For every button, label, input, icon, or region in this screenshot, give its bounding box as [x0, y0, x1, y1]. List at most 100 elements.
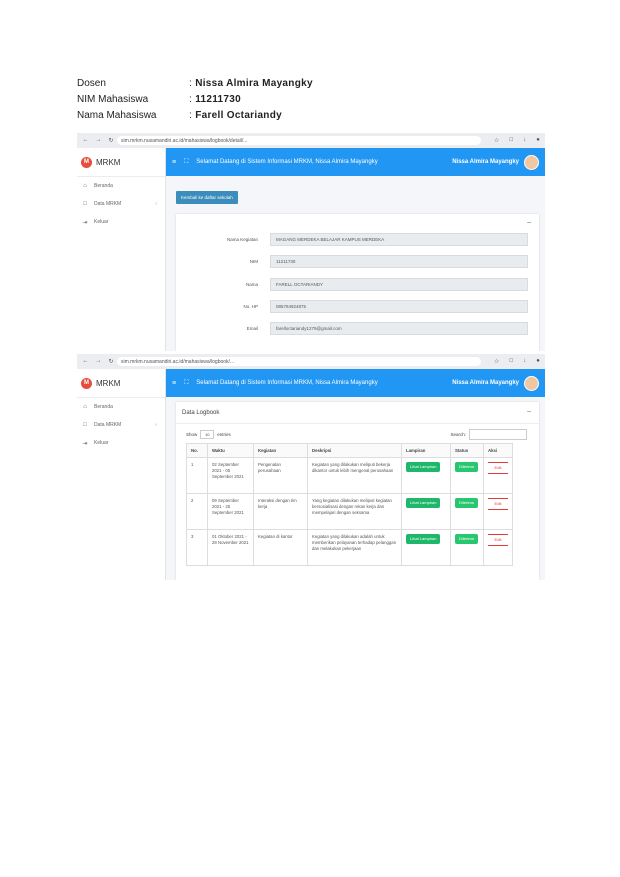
field-hp[interactable]: 085784924875	[270, 299, 528, 313]
star-icon[interactable]: ☆	[494, 137, 499, 144]
sidebar-item-keluar[interactable]: ⇥ Keluar	[77, 434, 165, 452]
screenshot-logbook: ← → ↻ sim.mrkm.nusamandiri.ac.id/mahasis…	[77, 354, 545, 580]
field-label: Nama Kegiatan	[226, 236, 258, 242]
form-row-hp: No. HP 085784924875	[176, 299, 539, 313]
avatar[interactable]	[524, 375, 539, 391]
reload-icon[interactable]: ↻	[108, 137, 113, 144]
sidebar-item-beranda[interactable]: ⌂ Beranda	[77, 398, 165, 416]
header-row-nim: NIM Mahasiswa : 11211730	[77, 92, 313, 108]
sidebar-item-label: Data MRKM	[94, 422, 122, 428]
forward-arrow-icon[interactable]: →	[95, 137, 101, 144]
forward-arrow-icon[interactable]: →	[95, 358, 101, 365]
header-key: Nama Mahasiswa	[77, 110, 157, 121]
sidebar-item-data-mrkm[interactable]: □ Data MRKM ‹	[77, 195, 165, 213]
profile-icon[interactable]: ●	[536, 137, 540, 144]
browser-extensions: ☆ □ ↓ ●	[489, 358, 545, 365]
table-row: 1 02 September 2021 - 05 September 2021 …	[186, 457, 513, 494]
status-badge: Diterima	[455, 462, 478, 472]
field-label: Nama	[245, 281, 258, 287]
field-nim[interactable]: 11211730	[270, 254, 528, 268]
table-header-row: No. Waktu Kegiatan Deskripsi Lampiran St…	[186, 443, 513, 458]
cell-waktu: 02 September 2021 - 05 September 2021	[207, 457, 254, 494]
form-row-kegiatan: Nama Kegiatan MAGANG MERDEKA BELAJAR KAM…	[176, 232, 539, 246]
back-arrow-icon[interactable]: ←	[82, 137, 88, 144]
attachment-button[interactable]: Lihat Lampiran	[406, 498, 441, 508]
reload-icon[interactable]: ↻	[108, 358, 113, 365]
window-icon[interactable]: □	[510, 358, 514, 365]
profile-icon[interactable]: ●	[536, 358, 540, 365]
table-search: Search:	[450, 429, 527, 440]
topbar-user[interactable]: Nissa Almira Mayangky	[452, 380, 519, 386]
field-kegiatan[interactable]: MAGANG MERDEKA BELAJAR KAMPUS MERDEKA	[270, 232, 528, 246]
download-icon[interactable]: ↓	[523, 137, 526, 144]
screenshot-detail: ← → ↻ sim.mrkm.nusamandiri.ac.id/mahasis…	[77, 133, 545, 351]
field-email[interactable]: farelloctariandy1279@gmail.com	[270, 321, 528, 335]
field-nama[interactable]: FARELL OCTARIANDY	[270, 277, 528, 291]
folder-icon: □	[83, 422, 87, 428]
home-icon: ⌂	[83, 404, 87, 410]
main-content: ≡ ⛶ Selamat Datang di Sistem Informasi M…	[166, 369, 545, 580]
edit-button[interactable]: Edit	[488, 462, 508, 474]
topbar: ≡ ⛶ Selamat Datang di Sistem Informasi M…	[166, 369, 545, 397]
browser-toolbar: ← → ↻ sim.mrkm.nusamandiri.ac.id/mahasis…	[77, 354, 545, 369]
search-label: Search:	[450, 432, 466, 437]
show-label: Show	[186, 432, 198, 437]
col-kegiatan[interactable]: Kegiatan	[253, 443, 308, 458]
search-input[interactable]	[469, 429, 527, 440]
star-icon[interactable]: ☆	[494, 358, 499, 365]
cell-deskripsi: Kegiatan yang dilakukan adalah untuk mem…	[307, 529, 402, 566]
entries-label: entries	[217, 432, 231, 437]
cell-deskripsi: Kegiatan yang dilakukan meliputi bekerja…	[307, 457, 402, 494]
hamburger-icon[interactable]: ≡	[172, 380, 176, 387]
entries-select[interactable]: 10	[200, 430, 215, 439]
header-row-dosen: Dosen : Nissa Almira Mayangky	[77, 76, 313, 92]
sidebar-item-beranda[interactable]: ⌂ Beranda	[77, 177, 165, 195]
sidebar-item-data-mrkm[interactable]: □ Data MRKM ‹	[77, 416, 165, 434]
browser-extensions: ☆ □ ↓ ●	[489, 137, 545, 144]
col-deskripsi[interactable]: Deskripsi	[307, 443, 402, 458]
col-waktu[interactable]: Waktu	[207, 443, 254, 458]
cell-aksi: Edit	[483, 493, 513, 530]
col-lampiran[interactable]: Lampiran	[401, 443, 451, 458]
avatar[interactable]	[524, 154, 539, 170]
sidebar: M MRKM ⌂ Beranda □ Data MRKM ‹ ⇥ Keluar	[77, 148, 166, 351]
edit-button[interactable]: Edit	[488, 498, 508, 510]
cell-status: Diterima	[450, 529, 484, 566]
attachment-button[interactable]: Lihat Lampiran	[406, 534, 441, 544]
sidebar: M MRKM ⌂ Beranda □ Data MRKM ‹ ⇥ Keluar	[77, 369, 166, 580]
cell-kegiatan: Pengenalan perusahaan	[253, 457, 308, 494]
back-button[interactable]: Kembali ke daftar sekolah	[176, 191, 238, 204]
brand-name: MRKM	[96, 157, 121, 167]
window-icon[interactable]: □	[510, 137, 514, 144]
sidebar-item-label: Data MRKM	[94, 201, 122, 207]
cell-kegiatan: Kegiatan di kantor	[253, 529, 308, 566]
address-bar[interactable]: sim.mrkm.nusamandiri.ac.id/mahasiswa/log…	[117, 357, 481, 366]
cell-status: Diterima	[450, 493, 484, 530]
brand[interactable]: M MRKM	[77, 148, 165, 177]
chevron-left-icon: ‹	[155, 422, 157, 428]
col-no[interactable]: No.	[186, 443, 208, 458]
address-bar[interactable]: sim.mrkm.nusamandiri.ac.id/mahasiswa/log…	[117, 136, 481, 145]
collapse-icon[interactable]: –	[527, 408, 531, 415]
cell-no: 3	[186, 529, 208, 566]
cell-no: 1	[186, 457, 208, 494]
topbar-title: Selamat Datang di Sistem Informasi MRKM,…	[196, 159, 378, 165]
expand-icon[interactable]: ⛶	[184, 159, 188, 166]
attachment-button[interactable]: Lihat Lampiran	[406, 462, 441, 472]
field-label: Email	[246, 325, 258, 331]
browser-nav: ← → ↻	[77, 137, 117, 144]
collapse-icon[interactable]: –	[527, 219, 531, 226]
col-aksi[interactable]: Aksi	[483, 443, 513, 458]
edit-button[interactable]: Edit	[488, 534, 508, 546]
back-arrow-icon[interactable]: ←	[82, 358, 88, 365]
col-status[interactable]: Status	[450, 443, 484, 458]
sidebar-item-keluar[interactable]: ⇥ Keluar	[77, 213, 165, 231]
hamburger-icon[interactable]: ≡	[172, 159, 176, 166]
brand[interactable]: M MRKM	[77, 369, 165, 398]
cell-aksi: Edit	[483, 529, 513, 566]
header-value: : Nissa Almira Mayangky	[189, 78, 313, 89]
download-icon[interactable]: ↓	[523, 358, 526, 365]
cell-lampiran: Lihat Lampiran	[401, 493, 451, 530]
expand-icon[interactable]: ⛶	[184, 380, 188, 387]
topbar-user[interactable]: Nissa Almira Mayangky	[452, 159, 519, 165]
